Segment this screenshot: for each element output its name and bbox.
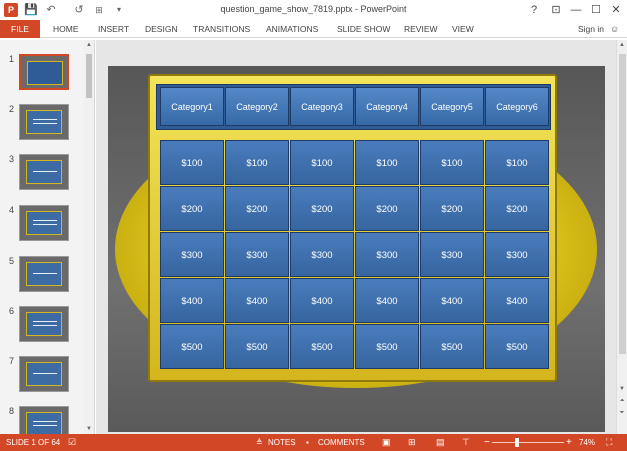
thumbnails-scrollbar[interactable]: ▲ ▼	[84, 40, 94, 434]
value-cell[interactable]: $200	[290, 186, 354, 231]
value-cell[interactable]: $300	[485, 232, 549, 277]
thumbnail-number: 3	[9, 154, 15, 164]
slide-thumbnail[interactable]	[19, 154, 69, 190]
category-header[interactable]: Category4	[355, 87, 419, 126]
value-cell[interactable]: $400	[485, 278, 549, 323]
slide-thumbnails-panel: 1 2 3 4 5 6 7 8	[0, 40, 95, 434]
slide-thumbnail[interactable]	[19, 406, 69, 434]
value-cell[interactable]: $100	[225, 140, 289, 185]
tab-review[interactable]: REVIEW	[404, 20, 438, 38]
comments-button[interactable]: COMMENTS	[318, 434, 365, 451]
value-cell[interactable]: $300	[355, 232, 419, 277]
close-button[interactable]: ✕	[606, 2, 626, 18]
zoom-slider-track[interactable]	[492, 442, 564, 443]
slide-thumbnail[interactable]	[19, 205, 69, 241]
value-cell[interactable]: $100	[420, 140, 484, 185]
thumbnail-number: 1	[9, 54, 15, 64]
thumbnail-number: 6	[9, 306, 15, 316]
tab-home[interactable]: HOME	[53, 20, 79, 38]
fit-slide-icon[interactable]: ⛶	[606, 434, 612, 451]
value-cell[interactable]: $100	[355, 140, 419, 185]
value-cell[interactable]: $200	[420, 186, 484, 231]
zoom-slider-knob[interactable]	[515, 438, 519, 447]
notes-button[interactable]: NOTES	[268, 434, 296, 451]
value-cell[interactable]: $100	[290, 140, 354, 185]
slide-thumbnail[interactable]	[19, 256, 69, 292]
value-cell[interactable]: $500	[225, 324, 289, 369]
tab-animations[interactable]: ANIMATIONS	[266, 20, 318, 38]
slide-sorter-icon[interactable]: ⊞	[408, 434, 416, 451]
spelling-check-icon[interactable]: ☑	[68, 434, 76, 451]
thumbnail-number: 2	[9, 104, 15, 114]
tab-view[interactable]: VIEW	[452, 20, 474, 38]
scroll-up-icon[interactable]: ▲	[617, 40, 627, 50]
value-cell[interactable]: $400	[225, 278, 289, 323]
scroll-down-icon[interactable]: ▼	[84, 424, 94, 434]
scroll-down-icon[interactable]: ▼	[617, 384, 627, 394]
value-cell[interactable]: $300	[225, 232, 289, 277]
slide-show-icon[interactable]: ⊤	[462, 434, 470, 451]
slide-thumbnail[interactable]	[19, 356, 69, 392]
value-cell[interactable]: $200	[485, 186, 549, 231]
sign-in-link[interactable]: Sign in	[578, 20, 604, 38]
value-cell[interactable]: $300	[290, 232, 354, 277]
value-cell[interactable]: $200	[225, 186, 289, 231]
scroll-thumb[interactable]	[86, 54, 92, 98]
thumbnail-number: 5	[9, 256, 15, 266]
value-cell[interactable]: $500	[420, 324, 484, 369]
zoom-in-button[interactable]: +	[566, 434, 572, 451]
category-header[interactable]: Category6	[485, 87, 549, 126]
editor-scrollbar[interactable]: ▲ ▼ ⏶ ⏷	[616, 40, 627, 434]
reading-view-icon[interactable]: ▤	[436, 434, 445, 451]
help-button[interactable]: ?	[524, 2, 544, 18]
category-header[interactable]: Category5	[420, 87, 484, 126]
ribbon-display-options-button[interactable]: ⊡	[546, 2, 566, 18]
category-header[interactable]: Category1	[160, 87, 224, 126]
thumbnail-number: 4	[9, 205, 15, 215]
value-cell[interactable]: $500	[485, 324, 549, 369]
notes-icon[interactable]: ≜	[256, 434, 263, 451]
tab-slide-show[interactable]: SLIDE SHOW	[337, 20, 390, 38]
minimize-button[interactable]: —	[566, 2, 586, 18]
tab-transitions[interactable]: TRANSITIONS	[193, 20, 250, 38]
title-bar: P 💾 ↶ ↺ ⊞ ▾ question_game_show_7819.pptx…	[0, 0, 627, 20]
value-cell[interactable]: $100	[160, 140, 224, 185]
value-cell[interactable]: $400	[290, 278, 354, 323]
scroll-thumb[interactable]	[619, 54, 626, 354]
maximize-button[interactable]: ☐	[586, 2, 606, 18]
comments-icon[interactable]: ▪	[306, 434, 309, 451]
value-cell[interactable]: $500	[160, 324, 224, 369]
ribbon-tabs: FILE HOME INSERT DESIGN TRANSITIONS ANIM…	[0, 20, 627, 38]
user-icon[interactable]: ☺	[610, 20, 619, 38]
value-cell[interactable]: $400	[160, 278, 224, 323]
slide-counter: SLIDE 1 OF 64	[6, 438, 61, 447]
tab-insert[interactable]: INSERT	[98, 20, 129, 38]
normal-view-icon[interactable]: ▣	[382, 434, 391, 451]
category-header[interactable]: Category2	[225, 87, 289, 126]
value-cell[interactable]: $400	[355, 278, 419, 323]
slide-thumbnail[interactable]	[19, 54, 69, 90]
value-cell[interactable]: $300	[420, 232, 484, 277]
value-cell[interactable]: $500	[290, 324, 354, 369]
thumbnail-number: 7	[9, 356, 15, 366]
slide-thumbnail[interactable]	[19, 306, 69, 342]
value-cell[interactable]: $300	[160, 232, 224, 277]
value-cell[interactable]: $400	[420, 278, 484, 323]
status-bar: SLIDE 1 OF 64 ☑ ≜ NOTES ▪ COMMENTS ▣ ⊞ ▤…	[0, 434, 627, 451]
next-slide-icon[interactable]: ⏷	[617, 408, 627, 418]
category-header[interactable]: Category3	[290, 87, 354, 126]
tab-design[interactable]: DESIGN	[145, 20, 178, 38]
tab-file[interactable]: FILE	[0, 20, 40, 38]
value-cell[interactable]: $200	[160, 186, 224, 231]
value-cell[interactable]: $200	[355, 186, 419, 231]
zoom-level[interactable]: 74%	[579, 434, 595, 451]
value-cell[interactable]: $100	[485, 140, 549, 185]
value-cell[interactable]: $500	[355, 324, 419, 369]
thumbnail-number: 8	[9, 406, 15, 416]
scroll-up-icon[interactable]: ▲	[84, 40, 94, 50]
previous-slide-icon[interactable]: ⏶	[617, 396, 627, 406]
slide-thumbnail[interactable]	[19, 104, 69, 140]
zoom-out-button[interactable]: −	[484, 434, 490, 451]
